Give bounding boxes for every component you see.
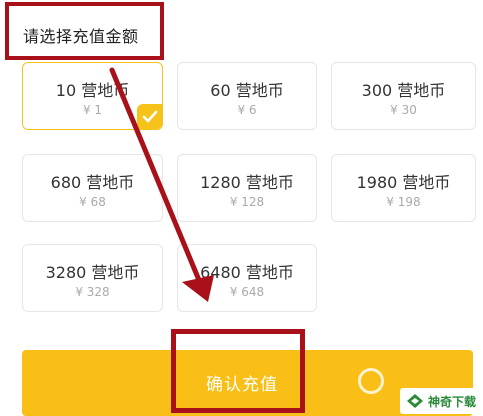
confirm-annotation-box xyxy=(171,329,305,413)
recharge-page: 10 营地币 ¥ 1 60 营地币 ¥ 6 300 营地币 ¥ 30 680 营… xyxy=(0,0,483,416)
